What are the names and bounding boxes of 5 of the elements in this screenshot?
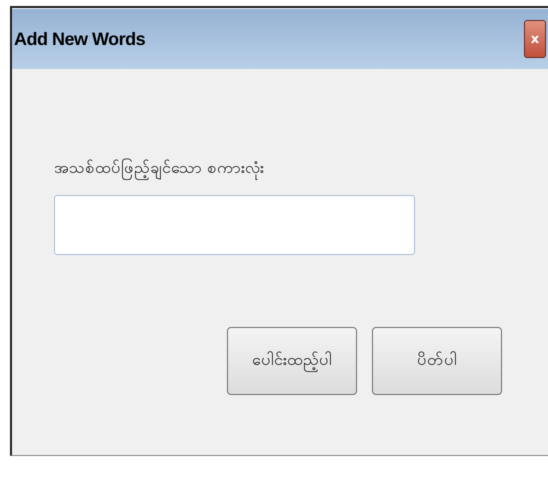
- field-label: အသစ်ထပ်ဖြည့်ချင်သော စကားလုံး: [54, 157, 548, 181]
- add-button[interactable]: ပေါင်းထည့်ပါ: [227, 327, 357, 395]
- window-title: Add New Words: [14, 28, 146, 50]
- close-dialog-button[interactable]: ပိတ်ပါ: [372, 327, 502, 395]
- input-field[interactable]: [54, 195, 415, 255]
